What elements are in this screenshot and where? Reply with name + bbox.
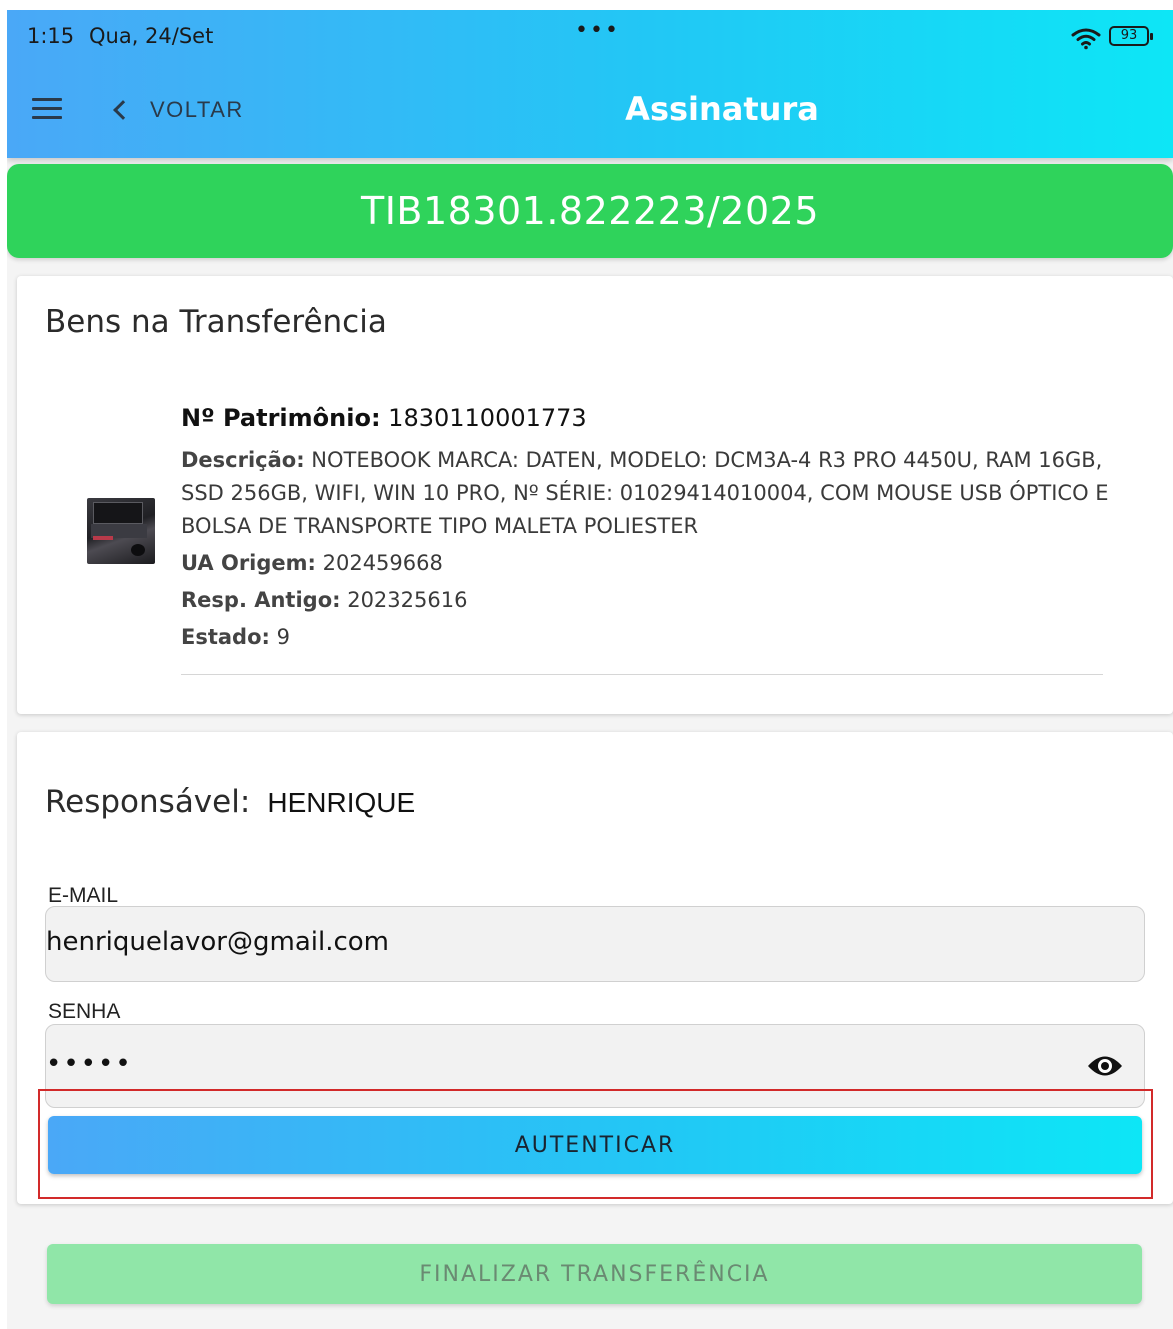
list-item[interactable]: Nº Patrimônio: 1830110001773 Descrição: … — [181, 404, 1111, 654]
password-label: SENHA — [48, 1000, 121, 1023]
responsavel-row: Responsável: HENRIQUE — [45, 784, 415, 820]
item-resp-antigo: Resp. Antigo: 202325616 — [181, 588, 468, 612]
transfer-code: TIB18301.822223/2025 — [360, 189, 820, 233]
item-estado: Estado: 9 — [181, 625, 290, 649]
back-label: VOLTAR — [150, 97, 244, 122]
status-date: Qua, 24/Set — [89, 24, 214, 48]
back-button[interactable]: VOLTAR — [110, 94, 244, 126]
wifi-icon — [1071, 28, 1101, 50]
password-value: ••••• — [46, 1049, 133, 1079]
item-ua-origem: UA Origem: 202459668 — [181, 551, 443, 575]
items-card: Bens na Transferência Nº Patrimônio: 183… — [17, 276, 1173, 714]
auth-card: Responsável: HENRIQUE E-MAIL henriquelav… — [17, 732, 1173, 1204]
finalize-transfer-button[interactable]: FINALIZAR TRANSFERÊNCIA — [47, 1244, 1142, 1304]
page-title: Assinatura — [625, 90, 819, 128]
status-more-dots: ••• — [575, 18, 620, 43]
app-screen: 1:15 Qua, 24/Set ••• 93 VOLTAR Assinatur… — [7, 10, 1173, 1329]
chevron-left-icon — [113, 100, 133, 120]
transfer-code-banner: TIB18301.822223/2025 — [7, 164, 1173, 258]
item-patrimonio: Nº Patrimônio: 1830110001773 — [181, 404, 587, 432]
email-label: E-MAIL — [48, 884, 119, 907]
app-bar: 1:15 Qua, 24/Set ••• 93 VOLTAR Assinatur… — [7, 10, 1173, 158]
item-divider — [181, 674, 1103, 675]
authenticate-button[interactable]: AUTENTICAR — [48, 1116, 1142, 1174]
password-field[interactable]: ••••• — [45, 1024, 1145, 1108]
status-time: 1:15 — [27, 24, 75, 48]
responsavel-name: HENRIQUE — [267, 787, 416, 818]
responsavel-label: Responsável: — [45, 784, 251, 820]
item-descricao: Descrição: NOTEBOOK MARCA: DATEN, MODELO… — [181, 448, 1109, 538]
item-thumbnail — [87, 498, 155, 564]
items-card-title: Bens na Transferência — [45, 304, 387, 340]
hamburger-menu-icon[interactable] — [32, 98, 62, 120]
eye-icon[interactable] — [1086, 1053, 1124, 1079]
email-field[interactable]: henriquelavor@gmail.com — [45, 906, 1145, 982]
battery-icon: 93 — [1109, 26, 1153, 46]
email-value: henriquelavor@gmail.com — [46, 927, 389, 957]
